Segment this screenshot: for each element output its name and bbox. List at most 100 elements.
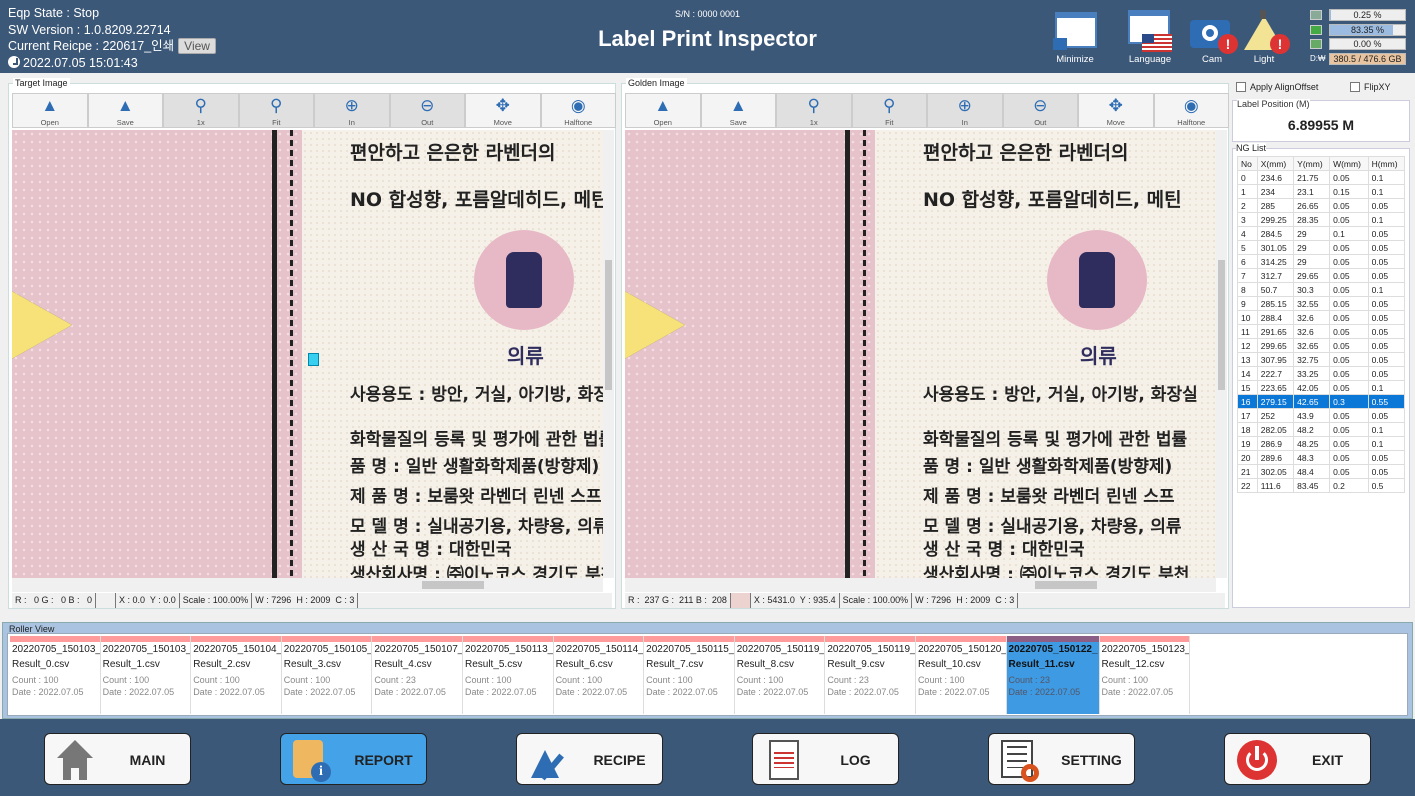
roller-item[interactable]: 20220705_150103_ Result_1.csv Count : 100 D… [100, 636, 192, 714]
ng-row[interactable]: 11 291.65 32.6 0.05 0.05 [1237, 324, 1406, 339]
golden-vertical-scrollbar[interactable] [1216, 130, 1227, 578]
nav-recipe-button[interactable]: RECIPE [516, 733, 663, 785]
ng-row[interactable]: 22 111.6 83.45 0.2 0.5 [1237, 478, 1406, 493]
roller-item-date: Date : 2022.07.05 [374, 687, 446, 697]
ng-row[interactable]: 20 289.6 48.3 0.05 0.05 [1237, 450, 1406, 465]
target-panel-title: Target Image [13, 78, 70, 88]
ng-row[interactable]: 7 312.7 29.65 0.05 0.05 [1237, 268, 1406, 283]
ng-row[interactable]: 17 252 43.9 0.05 0.05 [1237, 408, 1406, 423]
ng-row[interactable]: 10 288.4 32.6 0.05 0.05 [1237, 310, 1406, 325]
roller-item[interactable]: 20220705_150104_ Result_2.csv Count : 100 D… [191, 636, 282, 714]
ng-row[interactable]: 19 286.9 48.25 0.05 0.1 [1237, 436, 1406, 451]
nav-label: RECIPE [593, 752, 646, 768]
column-header[interactable]: Y(mm) [1293, 156, 1331, 171]
nav-main-button[interactable]: MAIN [44, 733, 191, 785]
nav-exit-button[interactable]: EXIT [1224, 733, 1371, 785]
ng-row[interactable]: 3 299.25 28.35 0.05 0.1 [1237, 212, 1406, 227]
roller-item[interactable]: 20220705_150119_ Result_9.csv Count : 23 Da… [825, 636, 916, 714]
target-image-view[interactable]: 편안하고 은은한 라벤더의 NO 합성향, 포름알데히드, 메틴 의류 사용용도 : … [12, 130, 603, 578]
column-header[interactable]: X(mm) [1256, 156, 1295, 171]
ng-row[interactable]: 14 222.7 33.25 0.05 0.05 [1237, 366, 1406, 381]
ng-cell: 0.1 [1367, 212, 1406, 227]
golden-in-button[interactable]: ⊕ In [927, 93, 1003, 128]
roller-item[interactable]: 20220705_150123_ Result_12.csv Count : 100… [1099, 636, 1191, 714]
roller-item-file: Result_8.csv [736, 659, 794, 670]
ng-cell: 0.2 [1329, 478, 1369, 493]
golden-out-button[interactable]: ⊖ Out [1002, 93, 1078, 128]
target-open-button[interactable]: ▲ Open [12, 93, 88, 128]
ng-cell: 21 [1237, 464, 1258, 479]
nav-log-button[interactable]: LOG [752, 733, 899, 785]
target-horizontal-scrollbar[interactable] [12, 578, 603, 592]
ng-row[interactable]: 9 285.15 32.55 0.05 0.05 [1237, 296, 1406, 311]
toolbar-label: Halftone [1177, 118, 1206, 127]
roller-item-id: 20220705_150114_ [555, 644, 644, 655]
golden-fit-button[interactable]: ⚲ Fit [851, 93, 927, 128]
target-move-button[interactable]: ✥ Move [465, 93, 541, 128]
target-in-button[interactable]: ⊕ In [314, 93, 390, 128]
ng-row[interactable]: 8 50.7 30.3 0.05 0.1 [1237, 282, 1406, 297]
apply-align-offset-checkbox[interactable]: Apply AlignOffset [1236, 82, 1318, 92]
roller-item[interactable]: 20220705_150113_ Result_5.csv Count : 100 D… [462, 636, 554, 714]
golden-move-button[interactable]: ✥ Move [1078, 93, 1154, 128]
roller-item-id: 20220705_150120_ [917, 644, 1007, 655]
golden-horizontal-scrollbar[interactable] [625, 578, 1216, 592]
ng-cell: 23.1 [1293, 184, 1331, 199]
ng-cell: 14 [1237, 366, 1258, 381]
ng-row[interactable]: 6 314.25 29 0.05 0.05 [1237, 254, 1406, 269]
ng-row[interactable]: 12 299.65 32.65 0.05 0.05 [1237, 338, 1406, 353]
ng-row[interactable]: 13 307.95 32.75 0.05 0.05 [1237, 352, 1406, 367]
ng-defect-marker[interactable] [308, 353, 319, 366]
target-halftone-button[interactable]: ◉ Halftone [540, 93, 616, 128]
ng-row[interactable]: 21 302.05 48.4 0.05 0.05 [1237, 464, 1406, 479]
golden-halftone-button[interactable]: ◉ Halftone [1153, 93, 1229, 128]
ng-cell: 302.05 [1256, 464, 1295, 479]
roller-item-id: 20220705_150122_ [1008, 644, 1098, 655]
ng-cell: 285.15 [1256, 296, 1295, 311]
roller-item[interactable]: 20220705_150107_ Result_4.csv Count : 23 Da… [372, 636, 463, 714]
roller-item[interactable]: 20220705_150115_ Result_7.csv Count : 100 D… [644, 636, 735, 714]
roller-item-id: 20220705_150115_ [646, 644, 735, 655]
minimize-button[interactable]: Minimize [1045, 10, 1105, 65]
flip-xy-checkbox[interactable]: FlipXY [1350, 82, 1391, 92]
ng-row[interactable]: 5 301.05 29 0.05 0.05 [1237, 240, 1406, 255]
column-header[interactable]: H(mm) [1367, 156, 1406, 171]
golden-save-button[interactable]: ▲ Save [700, 93, 776, 128]
light-button[interactable]: ! Light [1234, 10, 1294, 65]
ng-row[interactable]: 0 234.6 21.75 0.05 0.1 [1237, 170, 1406, 185]
camera-button[interactable]: ! Cam [1182, 10, 1242, 65]
ng-row[interactable]: 2 285 26.65 0.05 0.05 [1237, 198, 1406, 213]
ng-cell: 312.7 [1256, 268, 1295, 283]
ng-row[interactable]: 4 284.5 29 0.1 0.05 [1237, 226, 1406, 241]
ng-row[interactable]: 18 282.05 48.2 0.05 0.1 [1237, 422, 1406, 437]
nav-report-button[interactable]: i REPORT [280, 733, 427, 785]
golden-open-button[interactable]: ▲ Open [625, 93, 701, 128]
roller-item[interactable]: 20220705_150122_ Result_11.csv Count : 23 D… [1006, 636, 1100, 714]
toolbar-label: Halftone [564, 118, 593, 127]
ng-row[interactable]: 15 223.65 42.05 0.05 0.1 [1237, 380, 1406, 395]
roller-item[interactable]: 20220705_150120_ Result_10.csv Count : 100… [915, 636, 1007, 714]
ng-row[interactable]: 1 234 23.1 0.15 0.1 [1237, 184, 1406, 199]
roller-item[interactable]: 20220705_150103_ Result_0.csv Count : 100 D… [10, 636, 101, 714]
ng-row[interactable]: 16 279.15 42.65 0.3 0.55 [1237, 394, 1406, 409]
roller-item-date: Date : 2022.07.05 [646, 687, 718, 697]
target-out-button[interactable]: ⊖ Out [389, 93, 465, 128]
column-header[interactable]: W(mm) [1329, 156, 1369, 171]
roller-item[interactable]: 20220705_150114_ Result_6.csv Count : 100 D… [553, 636, 645, 714]
nav-setting-button[interactable]: SETTING [988, 733, 1135, 785]
language-button[interactable]: Language [1120, 10, 1180, 65]
move-icon: ✥ [1108, 96, 1123, 115]
scale: Scale : 100.00% [180, 593, 253, 608]
roller-item[interactable]: 20220705_150119_ Result_8.csv Count : 100 D… [734, 636, 826, 714]
target-save-button[interactable]: ▲ Save [87, 93, 163, 128]
disk-label: D:₩ [1310, 54, 1326, 64]
column-header[interactable]: No [1237, 156, 1258, 171]
target-vertical-scrollbar[interactable] [603, 130, 614, 578]
golden-1x-button[interactable]: ⚲ 1x [776, 93, 852, 128]
roller-item-count: Count : 23 [827, 675, 869, 685]
move-icon: ✥ [495, 96, 510, 115]
roller-item[interactable]: 20220705_150105_ Result_3.csv Count : 100 D… [281, 636, 373, 714]
target-fit-button[interactable]: ⚲ Fit [238, 93, 314, 128]
golden-image-view[interactable]: 편안하고 은은한 라벤더의 NO 합성향, 포름알데히드, 메틴 의류 사용용도 : … [625, 130, 1216, 578]
target-1x-button[interactable]: ⚲ 1x [163, 93, 239, 128]
